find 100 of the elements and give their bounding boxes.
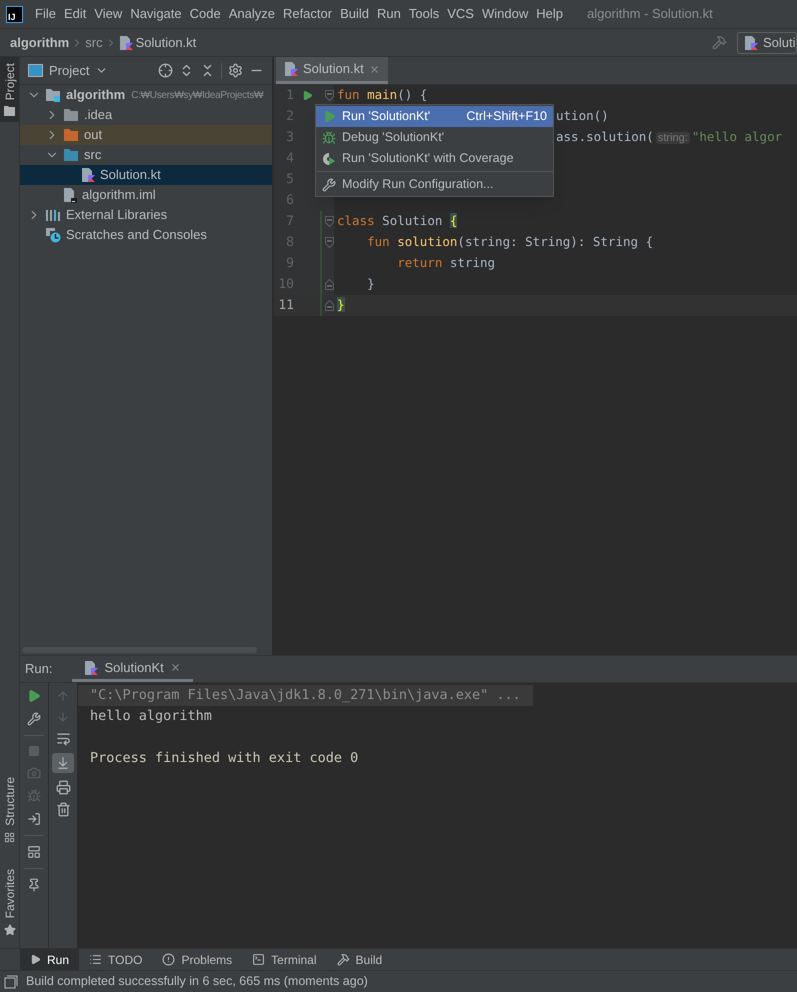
tool-window-tab[interactable]: Run: [20, 949, 80, 970]
code-line: return string: [396, 254, 496, 272]
panel-icon: [28, 64, 43, 77]
panel-title: Run:: [25, 660, 52, 678]
code-line: }: [366, 275, 375, 294]
code-line: class Solution {: [337, 212, 458, 230]
tree-item[interactable]: Scratches and Consoles: [20, 225, 272, 245]
tree-item[interactable]: src: [20, 145, 272, 165]
tool-window-tab[interactable]: Structure: [0, 770, 19, 849]
run-icon[interactable]: [27, 689, 41, 703]
editor-tab[interactable]: Solution.kt: [276, 57, 388, 84]
menu-item[interactable]: VCS: [443, 4, 478, 24]
close-icon[interactable]: [368, 64, 380, 74]
tool-window-tab[interactable]: Terminal: [242, 949, 327, 970]
menu-item[interactable]: Refactor: [278, 4, 336, 24]
menu-item[interactable]: Run: [373, 4, 405, 24]
terminal-icon: [252, 953, 266, 966]
scroll-to-end-icon: [56, 756, 70, 770]
code-line: ass.solution( string: "hello algor: [556, 128, 782, 146]
folder-icon: [4, 106, 15, 116]
kotlin-file-icon: [284, 61, 298, 77]
tool-window-tab[interactable]: TODO: [79, 949, 152, 970]
menu-item[interactable]: Analyze: [224, 4, 279, 24]
soft-wrap-icon[interactable]: [56, 731, 70, 746]
console-line: hello algorithm: [89, 707, 213, 726]
fold-marker-icon[interactable]: [324, 279, 334, 290]
fold-marker-icon[interactable]: [324, 90, 334, 101]
hammer-icon[interactable]: [712, 35, 727, 50]
window-title: algorithm - Solution.kt: [586, 5, 713, 24]
status-message: Build completed successfully in 6 sec, 665 ms (moments ago): [26, 973, 368, 990]
print-icon[interactable]: [56, 780, 70, 795]
menu-item[interactable]: Debug 'SolutionKt': [316, 127, 553, 148]
menu-item[interactable]: Navigate: [126, 4, 186, 24]
folder-icon: [63, 128, 79, 142]
menu-item[interactable]: File: [31, 4, 60, 24]
settings-icon[interactable]: [228, 63, 243, 78]
hammer-icon: [336, 953, 350, 966]
folder-icon: [63, 108, 79, 122]
tree-item[interactable]: algorithm C:₩Users₩sy₩IdeaProjects₩: [20, 85, 272, 105]
tree-item[interactable]: algorithm.iml: [20, 185, 272, 205]
pin-icon[interactable]: [27, 878, 41, 892]
login-icon[interactable]: [27, 812, 41, 826]
panel-title[interactable]: Project: [49, 60, 90, 80]
scratches-icon: [45, 227, 61, 243]
close-icon[interactable]: [170, 662, 181, 673]
menu-item[interactable]: Help: [532, 4, 567, 24]
code-line: fun solution(string: String): String {: [366, 233, 654, 252]
layout-icon[interactable]: [27, 845, 41, 859]
run-gutter-icon[interactable]: [302, 90, 312, 101]
run-icon: [30, 954, 41, 965]
kotlin-file-icon: [118, 34, 133, 50]
menu-item[interactable]: Build: [336, 4, 374, 24]
tree-item[interactable]: Solution.kt: [20, 165, 272, 185]
bug-icon: [322, 130, 336, 144]
menu-item[interactable]: Modify Run Configuration...: [316, 174, 553, 195]
locate-icon[interactable]: [158, 63, 173, 78]
menu-item[interactable]: Run 'SolutionKt' with Coverage: [316, 148, 553, 169]
trash-icon[interactable]: [56, 802, 70, 817]
tool-window-tab[interactable]: Build: [326, 949, 392, 970]
breadcrumb[interactable]: src: [85, 32, 103, 52]
folder-icon: [63, 148, 79, 162]
console-line: Process finished with exit code 0: [89, 749, 360, 768]
tree-item-label: Solution.kt: [100, 166, 161, 184]
tool-window-tab[interactable]: Favorites: [0, 862, 19, 942]
fold-marker-icon[interactable]: [324, 300, 334, 311]
menu-item[interactable]: View: [90, 4, 126, 24]
kotlin-file-icon: [81, 167, 95, 183]
tree-item-label: src: [84, 146, 102, 164]
file-icon: [63, 187, 77, 203]
menu-item[interactable]: Window: [478, 4, 532, 24]
list-icon: [89, 953, 102, 966]
tree-item-path: C:₩Users₩sy₩IdeaProjects₩: [131, 88, 264, 102]
tool-windows-icon[interactable]: [4, 974, 18, 988]
tool-window-tab[interactable]: Project: [0, 57, 19, 122]
tree-item[interactable]: .idea: [20, 105, 272, 125]
app-logo: IJ: [6, 6, 23, 22]
scroll-to-end-button[interactable]: [52, 753, 74, 773]
wrench-icon: [322, 178, 336, 192]
breadcrumb[interactable]: Solution.kt: [136, 32, 196, 52]
run-configuration-dropdown[interactable]: Soluti: [737, 32, 797, 54]
tree-item-label: Scratches and Consoles: [66, 226, 207, 244]
breadcrumb[interactable]: algorithm: [10, 32, 70, 52]
structure-icon: [4, 832, 15, 843]
kotlin-file-icon: [744, 34, 758, 50]
module-folder-icon: [45, 88, 61, 102]
menu-item[interactable]: Tools: [404, 4, 444, 24]
fold-marker-icon[interactable]: [324, 216, 334, 227]
code-line: ution(): [556, 107, 609, 126]
menu-item[interactable]: Code: [186, 4, 225, 24]
tree-item[interactable]: External Libraries: [20, 205, 272, 225]
menu-item[interactable]: Run 'SolutionKt' Ctrl+Shift+F10: [316, 106, 553, 127]
line-number: 11: [277, 296, 294, 315]
menu-item[interactable]: Edit: [60, 4, 90, 24]
wrench-icon[interactable]: [27, 712, 41, 726]
tree-item-label: out: [84, 126, 102, 144]
tool-window-tab[interactable]: Problems: [152, 949, 242, 970]
fold-marker-icon[interactable]: [324, 237, 334, 248]
tree-item-label: algorithm.iml: [82, 186, 156, 204]
run-icon: [322, 110, 336, 123]
tree-item[interactable]: out: [20, 125, 272, 145]
